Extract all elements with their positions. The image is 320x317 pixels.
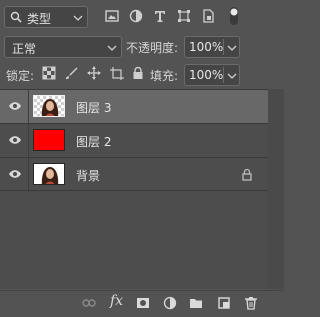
divider: [28, 124, 29, 158]
blend-mode-dropdown[interactable]: 正常: [4, 36, 122, 58]
lock-icon[interactable]: [241, 168, 253, 181]
fill-value: 100%: [189, 68, 224, 82]
layer-row[interactable]: 图层 2: [0, 123, 268, 158]
divider: [223, 67, 224, 83]
chevron-down-icon[interactable]: [227, 73, 237, 79]
blend-mode-value: 正常: [12, 42, 37, 56]
new-group-icon[interactable]: [189, 296, 203, 310]
chevron-down-icon: [107, 45, 117, 51]
lock-label: 锁定:: [6, 69, 35, 83]
lock-artboard-icon[interactable]: [110, 66, 124, 80]
link-layers-icon[interactable]: [82, 296, 96, 310]
layer-name: 图层 3: [76, 101, 112, 115]
fill-label: 填充:: [150, 69, 179, 83]
pixel-filter-icon[interactable]: [104, 8, 120, 24]
lock-all-icon[interactable]: [131, 66, 145, 80]
chevron-down-icon: [73, 15, 83, 21]
lock-position-icon[interactable]: [87, 66, 101, 80]
lock-transparent-pixels-icon[interactable]: [42, 66, 56, 80]
type-filter-icon[interactable]: [152, 8, 168, 24]
scrollbar[interactable]: [268, 89, 284, 289]
divider: [223, 39, 224, 55]
lock-image-pixels-icon[interactable]: [64, 66, 78, 80]
layer-name: 背景: [76, 169, 101, 183]
layer-thumbnail: [33, 129, 65, 151]
fx-icon[interactable]: fx: [110, 293, 123, 309]
fill-field[interactable]: 100%: [184, 64, 240, 86]
opacity-value: 100%: [189, 40, 224, 54]
eye-visibility-icon[interactable]: [8, 169, 22, 179]
shape-filter-icon[interactable]: [176, 8, 192, 24]
layer-row[interactable]: 背景: [0, 157, 268, 192]
adjustment-filter-icon[interactable]: [128, 8, 144, 24]
chevron-down-icon[interactable]: [227, 45, 237, 51]
layer-thumbnail: [33, 163, 65, 185]
delete-layer-icon[interactable]: [244, 296, 258, 310]
eye-visibility-icon[interactable]: [8, 101, 22, 111]
eye-visibility-icon[interactable]: [8, 135, 22, 145]
opacity-field[interactable]: 100%: [184, 36, 240, 58]
filter-kind-label: 类型: [27, 12, 52, 26]
divider: [28, 90, 29, 124]
portrait-image: [41, 167, 59, 184]
portrait-image: [41, 99, 59, 116]
layer-filter-dropdown[interactable]: 类型: [4, 6, 88, 28]
layer-name: 图层 2: [76, 135, 112, 149]
layer-thumbnail: [33, 95, 65, 117]
filter-toggle-icon[interactable]: [229, 6, 239, 26]
search-icon: [10, 11, 22, 23]
layer-row[interactable]: 图层 3: [0, 89, 268, 124]
new-layer-icon[interactable]: [217, 296, 231, 310]
divider: [28, 158, 29, 192]
add-mask-icon[interactable]: [136, 296, 150, 310]
layers-list: 图层 3 图层 2 背景: [0, 89, 284, 289]
opacity-label: 不透明度:: [126, 41, 179, 55]
smart-object-filter-icon[interactable]: [200, 8, 216, 24]
adjustment-layer-icon[interactable]: [163, 296, 177, 310]
